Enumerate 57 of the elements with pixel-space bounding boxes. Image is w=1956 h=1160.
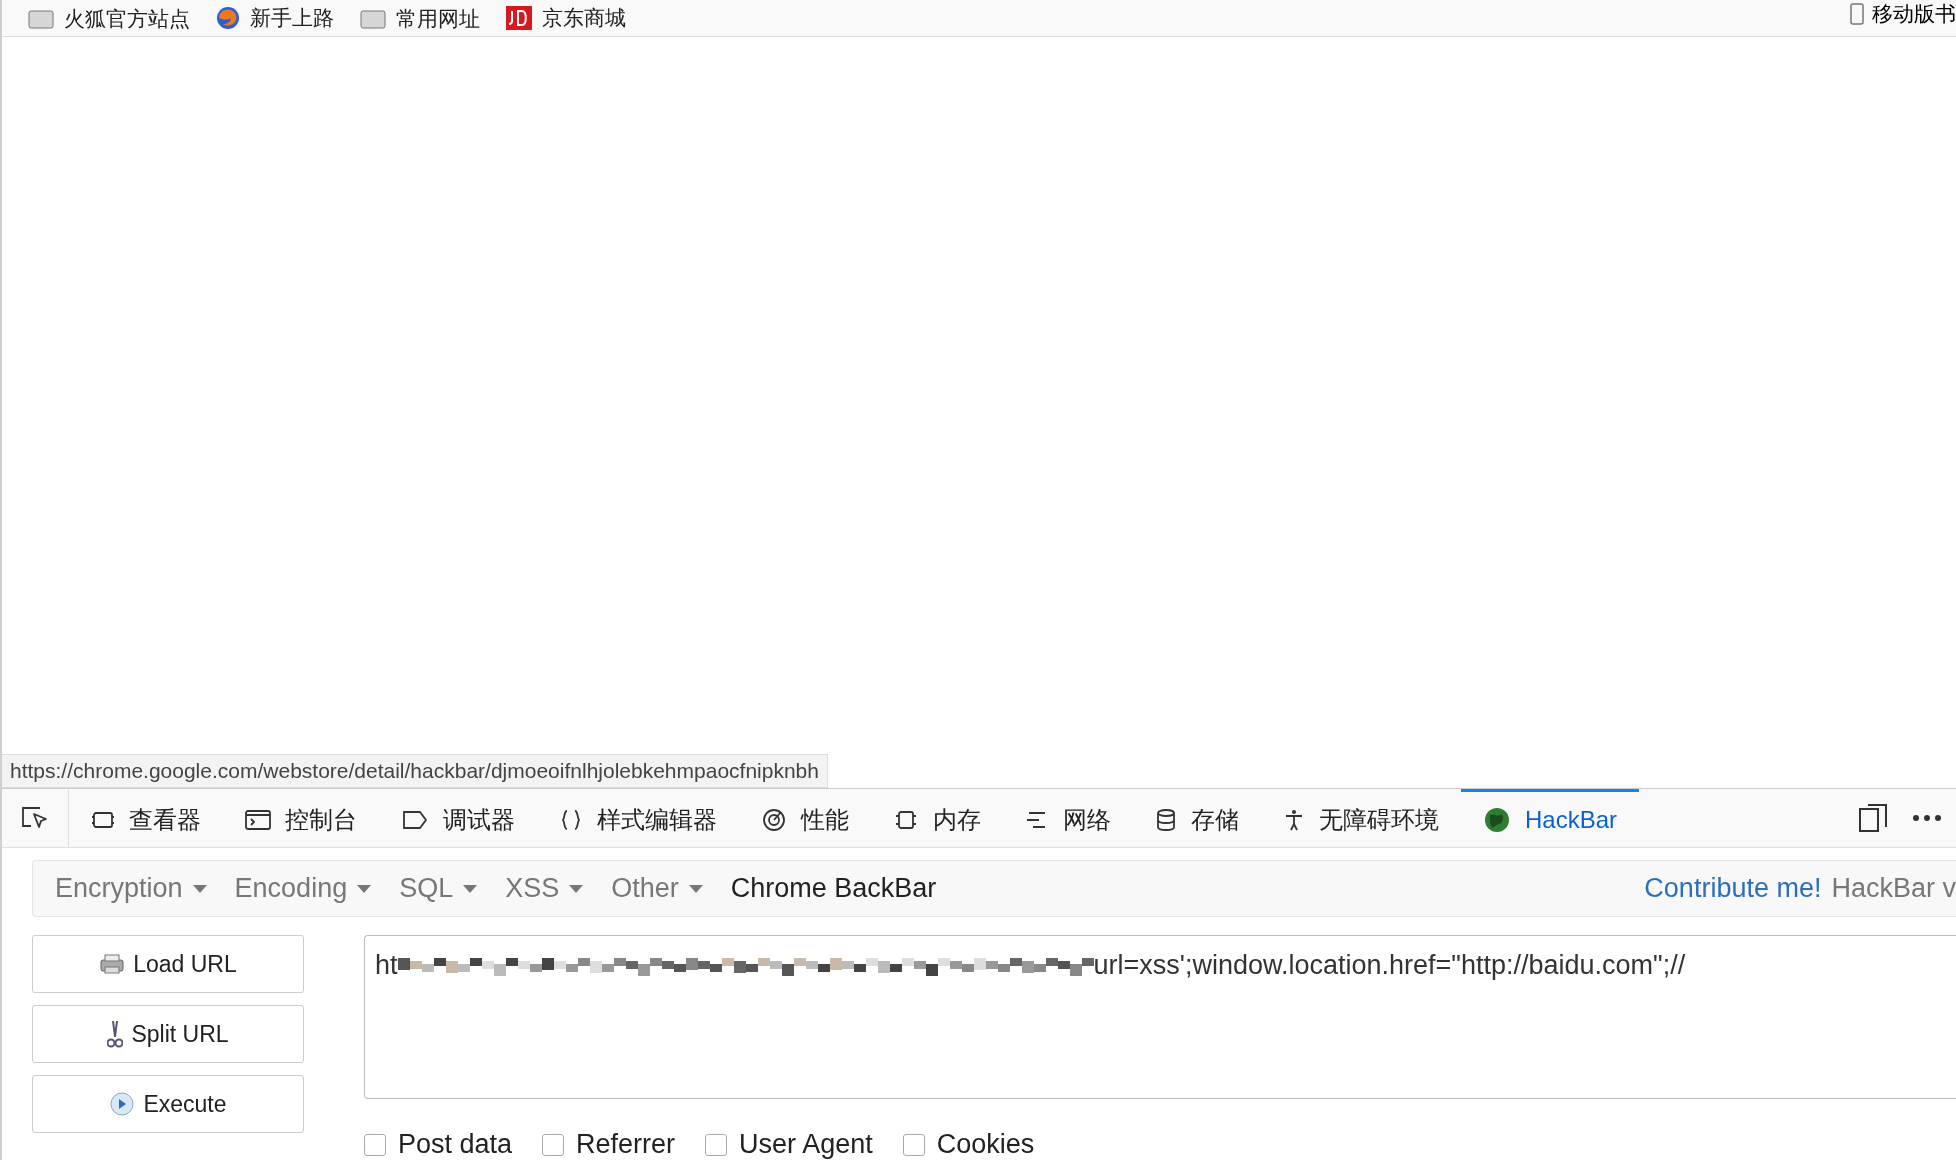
bookmark-item[interactable]: 新手上路 bbox=[216, 6, 334, 30]
caret-icon bbox=[463, 884, 478, 893]
devtools-tab[interactable]: 样式编辑器 bbox=[537, 789, 739, 847]
fox-globe-icon bbox=[216, 6, 240, 30]
devtools-tab[interactable]: 调试器 bbox=[379, 789, 537, 847]
bookmark-item[interactable]: 京东商城 bbox=[506, 6, 626, 30]
bookmark-item[interactable]: 移动版书 bbox=[1850, 0, 1956, 28]
caret-icon bbox=[569, 884, 584, 893]
hackbar-menu-item[interactable]: SQL bbox=[389, 873, 496, 904]
console-icon bbox=[245, 807, 271, 832]
cursor-icon bbox=[20, 805, 50, 831]
caret-icon bbox=[192, 884, 207, 893]
play-icon bbox=[109, 1091, 136, 1117]
action-button[interactable]: Load URL bbox=[32, 935, 304, 993]
devtools-tab[interactable]: 控制台 bbox=[223, 789, 379, 847]
folder-icon bbox=[28, 9, 54, 29]
option-checkbox[interactable]: User Agent bbox=[705, 1129, 873, 1160]
caret-icon bbox=[357, 884, 372, 893]
url-text: url=xss';window.location.href="http://baidu.com";// bbox=[1093, 950, 1686, 981]
bookmark-item[interactable]: 常用网址 bbox=[360, 8, 480, 30]
person-icon bbox=[1283, 807, 1305, 832]
hackbar-menu-item[interactable]: XSS bbox=[495, 873, 602, 904]
braces-icon bbox=[559, 807, 583, 832]
devtools-tab[interactable]: HackBar bbox=[1461, 789, 1640, 847]
globe-icon bbox=[1483, 805, 1511, 834]
bookmark-item[interactable]: 火狐官方站点 bbox=[28, 8, 190, 30]
folder-icon bbox=[360, 9, 386, 29]
hackbar-menu-item[interactable]: Encoding bbox=[224, 873, 390, 904]
action-button[interactable]: Execute bbox=[32, 1075, 304, 1133]
version-label: HackBar v bbox=[1831, 873, 1956, 904]
option-checkbox[interactable]: Cookies bbox=[902, 1129, 1035, 1160]
devtools-tab[interactable]: 存储 bbox=[1133, 789, 1261, 847]
printer-icon bbox=[99, 953, 126, 975]
hackbar-menu-item[interactable]: Other bbox=[601, 873, 721, 904]
caret-icon bbox=[688, 884, 703, 893]
more-icon[interactable] bbox=[1912, 814, 1942, 822]
jd-logo-icon bbox=[506, 6, 532, 30]
option-checkbox[interactable]: Post data bbox=[364, 1129, 513, 1160]
url-text: ht bbox=[375, 950, 398, 981]
devtools-tab[interactable]: 网络 bbox=[1003, 789, 1133, 847]
devtools-tab[interactable]: 性能 bbox=[739, 789, 871, 847]
status-url: https://chrome.google.com/webstore/detail/hackbar/djmoeoifnlhjolebkehmpaocfnipknbh bbox=[2, 754, 828, 788]
devtools-tab[interactable]: 无障碍环境 bbox=[1261, 789, 1461, 847]
contribute-link[interactable]: Contribute me! bbox=[1644, 873, 1822, 904]
label-tag-icon bbox=[401, 808, 429, 831]
option-checkbox[interactable]: Referrer bbox=[542, 1129, 676, 1160]
dock-layout-icon[interactable] bbox=[1858, 803, 1888, 833]
gauge-icon bbox=[761, 806, 787, 833]
url-field[interactable]: ht url=xss';window.location.href="http://baidu.com";// bbox=[364, 935, 1956, 1099]
hackbar-menu-item[interactable]: Encryption bbox=[45, 873, 225, 904]
devtools-tab[interactable]: 查看器 bbox=[69, 789, 223, 847]
scissors-icon bbox=[107, 1019, 124, 1049]
phone-icon bbox=[1850, 3, 1864, 25]
database-icon bbox=[1155, 807, 1177, 832]
hackbar-menu-item[interactable]: Chrome BackBar bbox=[720, 873, 955, 904]
devtools-tab[interactable]: 内存 bbox=[871, 789, 1003, 847]
action-button[interactable]: Split URL bbox=[32, 1005, 304, 1063]
